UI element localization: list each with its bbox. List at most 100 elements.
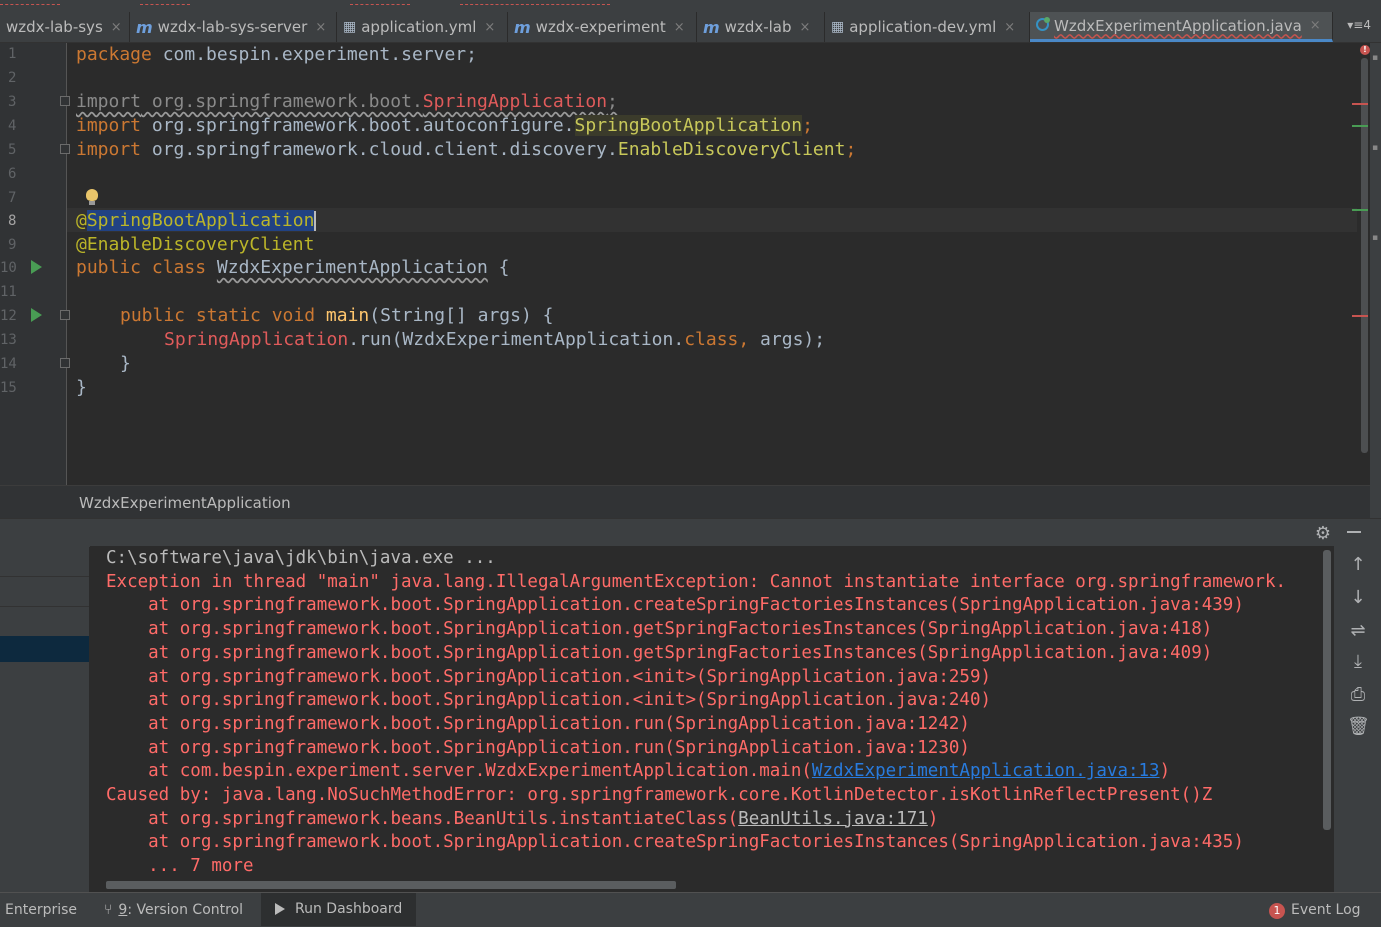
selected-annotation: SpringBootApplication bbox=[86, 210, 315, 231]
console-line: at org.springframework.beans.BeanUtils.i… bbox=[106, 807, 938, 831]
fold-icon[interactable] bbox=[60, 358, 70, 368]
selected-run-config[interactable] bbox=[0, 636, 89, 662]
yaml-file-icon: ▦ bbox=[343, 19, 357, 35]
vcs-shortcut: 9 bbox=[118, 902, 128, 918]
maven-module-icon: m bbox=[514, 17, 531, 37]
version-control-tab[interactable]: ⑂ 9: Version Control bbox=[104, 902, 243, 918]
code-line-12: public static void main(String[] args) { bbox=[120, 304, 554, 328]
editor-scrollbar[interactable]: ! bbox=[1360, 43, 1370, 485]
trash-icon[interactable]: 🗑 bbox=[1347, 716, 1370, 738]
close-icon[interactable]: × bbox=[111, 20, 122, 35]
tab-application-yml[interactable]: ▦ application.yml × bbox=[337, 12, 508, 42]
run-dashboard-tab[interactable]: Run Dashboard bbox=[261, 893, 417, 926]
annotation-at: @ bbox=[76, 210, 87, 231]
semicolon: ; bbox=[802, 115, 813, 136]
keyword: import bbox=[76, 91, 142, 112]
comma: , bbox=[738, 329, 750, 350]
console-line: C:\software\java\jdk\bin\java.exe ... bbox=[106, 548, 496, 568]
brace: } bbox=[76, 377, 87, 398]
console-line: at org.springframework.boot.SpringApplic… bbox=[106, 713, 970, 734]
line-number: 12 bbox=[0, 308, 17, 324]
maven-tab[interactable]: ▪ bbox=[1370, 143, 1380, 153]
ant-build-tab[interactable]: ▪ bbox=[1370, 53, 1380, 63]
tab-application-dev-yml[interactable]: ▦ application-dev.yml × bbox=[825, 12, 1030, 42]
close-icon[interactable]: × bbox=[1004, 20, 1015, 35]
keyword: import bbox=[76, 115, 142, 136]
maven-module-icon: m bbox=[136, 17, 153, 37]
close-icon[interactable]: × bbox=[484, 20, 495, 35]
console-line: ... 7 more bbox=[106, 856, 254, 877]
vcs-label: : Version Control bbox=[127, 902, 244, 918]
run-dashboard-tree[interactable] bbox=[0, 546, 89, 892]
scroll-to-end-icon[interactable]: ⤓ bbox=[1347, 651, 1369, 673]
print-icon[interactable]: ⎙ bbox=[1347, 684, 1369, 706]
run-dashboard-label: Run Dashboard bbox=[295, 901, 403, 917]
code-line-13: SpringApplication.run(WzdxExperimentAppl… bbox=[164, 328, 825, 352]
intention-bulb-icon[interactable] bbox=[86, 189, 98, 205]
source-link[interactable]: WzdxExperimentApplication.java:13 bbox=[812, 761, 1160, 781]
console-output[interactable]: C:\software\java\jdk\bin\java.exe ... Ex… bbox=[90, 546, 1334, 892]
error-marker[interactable] bbox=[1352, 315, 1368, 317]
arrow-up-icon[interactable]: ↑ bbox=[1347, 554, 1369, 576]
fold-icon[interactable] bbox=[60, 96, 70, 106]
soft-wrap-icon[interactable]: ⇌ bbox=[1347, 620, 1369, 642]
enterprise-tab[interactable]: Enterprise bbox=[5, 902, 77, 918]
code-line-5: import org.springframework.cloud.client.… bbox=[76, 138, 856, 162]
tab-wzdx-lab-sys[interactable]: wzdx-lab-sys × bbox=[0, 12, 130, 42]
console-line: at org.springframework.boot.SpringApplic… bbox=[106, 595, 1244, 616]
code-line-9: @EnableDiscoveryClient bbox=[76, 233, 314, 257]
right-tool-strip: ▪ ▪ ▪ bbox=[1370, 43, 1381, 518]
console-line: at org.springframework.boot.SpringApplic… bbox=[106, 737, 970, 758]
change-marker[interactable] bbox=[1352, 125, 1368, 127]
change-marker[interactable] bbox=[1352, 209, 1368, 211]
annotation: @EnableDiscoveryClient bbox=[76, 234, 315, 255]
package-name: com.bespin.experiment.server; bbox=[151, 44, 477, 65]
status-bar: Enterprise ⑂ 9: Version Control Run Dashb… bbox=[0, 892, 1381, 927]
tab-wzdx-experiment[interactable]: m wzdx-experiment × bbox=[508, 12, 697, 42]
brace: } bbox=[120, 353, 131, 374]
code-line-4: import org.springframework.boot.autoconf… bbox=[76, 114, 813, 138]
code-line-14: } bbox=[120, 352, 131, 376]
tab-label: application.yml bbox=[361, 18, 477, 36]
arrow-down-icon[interactable]: ↓ bbox=[1347, 587, 1369, 609]
branch-icon: ⑂ bbox=[104, 902, 113, 918]
code-line-10: public class WzdxExperimentApplication { bbox=[76, 256, 510, 280]
minimize-icon[interactable] bbox=[1347, 531, 1361, 533]
error-indicator-icon[interactable]: ! bbox=[1360, 45, 1370, 55]
breadcrumb[interactable]: WzdxExperimentApplication bbox=[0, 485, 1370, 519]
close-icon[interactable]: × bbox=[674, 20, 685, 35]
code-editor[interactable]: 1 2 3 4 5 6 7 8 9 10 11 12 13 14 15 pack… bbox=[0, 43, 1370, 485]
tab-overflow-button[interactable]: ▾≡4 bbox=[1347, 18, 1371, 32]
error-marker[interactable] bbox=[1352, 103, 1368, 105]
tab-wzdx-experiment-application-java[interactable]: WzdxExperimentApplication.java × bbox=[1030, 12, 1333, 42]
console-text: at org.springframework.beans.BeanUtils.i… bbox=[106, 808, 739, 829]
line-number: 6 bbox=[8, 166, 17, 182]
tab-label: application-dev.yml bbox=[849, 18, 997, 36]
brace: { bbox=[487, 257, 510, 278]
console-line: Caused by: java.lang.NoSuchMethodError: … bbox=[106, 785, 1213, 805]
tab-wzdx-lab[interactable]: m wzdx-lab × bbox=[697, 12, 825, 42]
toolbar-strip bbox=[0, 0, 1381, 8]
tab-wzdx-lab-sys-server[interactable]: m wzdx-lab-sys-server × bbox=[130, 12, 337, 42]
run-gutter-icon[interactable] bbox=[31, 308, 42, 322]
console-vertical-scrollbar[interactable] bbox=[1323, 550, 1331, 830]
scroll-thumb[interactable] bbox=[1361, 58, 1368, 453]
close-icon[interactable]: × bbox=[800, 20, 811, 35]
source-link[interactable]: BeanUtils.java:171 bbox=[738, 809, 928, 829]
event-log-tab[interactable]: 1 Event Log bbox=[1269, 902, 1361, 919]
close-icon[interactable]: × bbox=[1310, 18, 1321, 33]
breadcrumb-item[interactable]: WzdxExperimentApplication bbox=[79, 494, 291, 512]
line-number: 7 bbox=[8, 190, 17, 206]
gear-icon[interactable]: ⚙ bbox=[1315, 523, 1331, 544]
run-gutter-icon[interactable] bbox=[31, 260, 42, 274]
tab-label: wzdx-lab-sys-server bbox=[157, 18, 308, 36]
semicolon: ; bbox=[607, 91, 618, 112]
console-horizontal-scrollbar[interactable] bbox=[106, 881, 676, 889]
database-tab[interactable]: ▪ bbox=[1370, 233, 1380, 243]
fold-icon[interactable] bbox=[60, 310, 70, 320]
console-line: at org.springframework.boot.SpringApplic… bbox=[106, 832, 1244, 853]
tab-label: WzdxExperimentApplication.java bbox=[1054, 16, 1302, 35]
fold-icon[interactable] bbox=[60, 144, 70, 154]
code-line-15: } bbox=[76, 376, 87, 400]
close-icon[interactable]: × bbox=[315, 20, 326, 35]
